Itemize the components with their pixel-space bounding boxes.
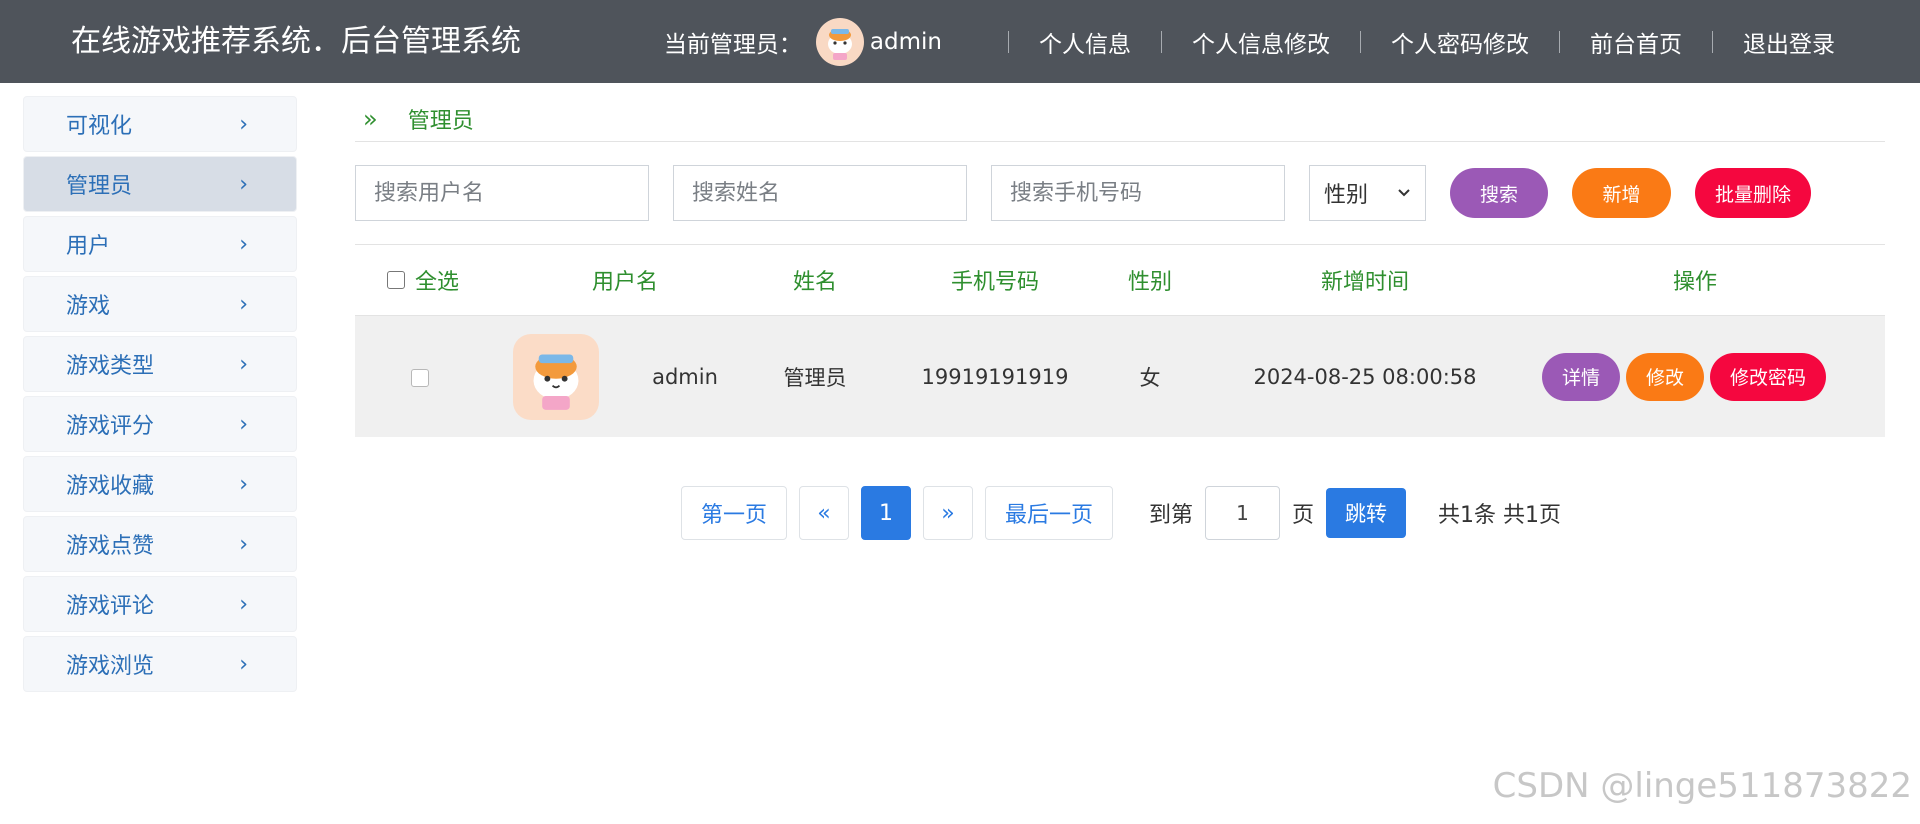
sidebar-item-game-views[interactable]: 游戏浏览 › (23, 636, 297, 692)
prev-page-button[interactable]: « (799, 486, 849, 540)
chevron-right-icon: › (239, 231, 248, 257)
avatar (513, 333, 599, 420)
logout-link[interactable]: 退出登录 (1743, 25, 1835, 59)
sidebar-item-game-comments[interactable]: 游戏评论 › (23, 576, 297, 632)
chevron-down-icon (1398, 189, 1410, 197)
divider (1008, 31, 1009, 53)
column-header-username: 用户名 (591, 270, 658, 295)
search-bar: 性别 搜索 新增 批量删除 (355, 165, 1835, 221)
chevron-right-icon: › (239, 411, 248, 437)
sidebar-item-label: 游戏点赞 (66, 534, 155, 559)
chevron-right-icon: › (239, 111, 248, 137)
sidebar-item-game-likes[interactable]: 游戏点赞 › (23, 516, 297, 572)
sidebar-item-label: 管理员 (66, 174, 133, 199)
search-phone-input[interactable] (991, 165, 1285, 221)
goto-prefix: 到第 (1149, 503, 1194, 528)
avatar[interactable] (815, 18, 864, 66)
sidebar-item-game-favorites[interactable]: 游戏收藏 › (23, 456, 297, 512)
sidebar-item-label: 用户 (66, 234, 111, 259)
watermark: CSDN @linge511873822 (1492, 766, 1912, 806)
current-username: admin (869, 29, 942, 55)
column-header-phone: 手机号码 (950, 270, 1039, 295)
divider (1559, 31, 1560, 53)
search-name-input[interactable] (673, 165, 967, 221)
pagination: 第一页 « 1 » 最后一页 到第 页 跳转 共1条 共1页 (681, 486, 1561, 540)
double-chevron-icon: » (363, 104, 378, 133)
profile-link[interactable]: 个人信息 (1039, 25, 1131, 59)
cell-name: 管理员 (783, 365, 847, 390)
select-all-label: 全选 (415, 270, 460, 295)
current-page-button[interactable]: 1 (861, 486, 911, 540)
row-avatar-cell (513, 333, 599, 420)
select-all-checkbox[interactable] (387, 271, 405, 289)
sidebar-item-visualization[interactable]: 可视化 › (23, 96, 297, 152)
column-header-created: 新增时间 (1320, 270, 1409, 295)
current-admin-label: 当前管理员： (663, 32, 802, 58)
sidebar-item-game-types[interactable]: 游戏类型 › (23, 336, 297, 392)
chevron-right-icon: › (239, 651, 248, 677)
frontend-home-link[interactable]: 前台首页 (1590, 25, 1682, 59)
change-password-button[interactable]: 修改密码 (1710, 352, 1826, 401)
breadcrumb-current: 管理员 (407, 108, 474, 134)
app-title: 在线游戏推荐系统．后台管理系统 (71, 24, 521, 59)
tiger-avatar-icon (817, 20, 862, 64)
batch-delete-button[interactable]: 批量删除 (1695, 168, 1811, 218)
sidebar-item-label: 游戏评分 (66, 414, 155, 439)
sidebar-item-label: 游戏浏览 (66, 654, 155, 679)
edit-profile-link[interactable]: 个人信息修改 (1192, 25, 1330, 59)
detail-button[interactable]: 详情 (1542, 352, 1620, 401)
next-page-button[interactable]: » (923, 486, 973, 540)
goto-suffix: 页 (1292, 503, 1315, 528)
chevron-right-icon: › (239, 291, 248, 317)
top-bar: 在线游戏推荐系统．后台管理系统 当前管理员： admin 个人信息 个人信息修改… (0, 0, 1920, 83)
chevron-right-icon: › (239, 471, 248, 497)
search-button[interactable]: 搜索 (1450, 168, 1548, 218)
gender-select-value: 性别 (1324, 183, 1369, 208)
search-username-input[interactable] (355, 165, 649, 221)
sidebar-item-games[interactable]: 游戏 › (23, 276, 297, 332)
cell-phone: 19919191919 (921, 364, 1069, 389)
change-password-link[interactable]: 个人密码修改 (1391, 25, 1529, 59)
tiger-avatar-icon (533, 354, 579, 410)
divider (1161, 31, 1162, 53)
row-checkbox[interactable] (411, 368, 429, 387)
column-header-gender: 性别 (1127, 270, 1172, 295)
admin-table: 全选 用户名 姓名 手机号码 性别 新增时间 操作 admin 管理员 1991… (355, 244, 1885, 437)
row-checkbox-cell (411, 365, 429, 389)
add-button[interactable]: 新增 (1572, 168, 1671, 218)
divider (1712, 31, 1713, 53)
select-all[interactable]: 全选 (387, 264, 459, 296)
chevron-right-icon: › (239, 531, 248, 557)
top-nav: 当前管理员： admin 个人信息 个人信息修改 个人密码修改 前台首页 退出登… (664, 18, 1835, 66)
sidebar: 可视化 › 管理员 › 用户 › 游戏 › 游戏类型 › 游戏评分 › 游戏收藏 › 游戏点赞… (23, 96, 297, 696)
column-header-actions: 操作 (1672, 270, 1717, 295)
cell-gender: 女 (1139, 365, 1161, 390)
total-count: 共1条 共1页 (1438, 503, 1562, 528)
breadcrumb: » 管理员 (355, 96, 1885, 142)
sidebar-item-admin[interactable]: 管理员 › (23, 156, 297, 212)
last-page-button[interactable]: 最后一页 (985, 486, 1113, 540)
sidebar-item-game-ratings[interactable]: 游戏评分 › (23, 396, 297, 452)
sidebar-item-label: 可视化 (66, 114, 133, 139)
gender-select[interactable]: 性别 (1309, 165, 1426, 221)
table-header: 全选 用户名 姓名 手机号码 性别 新增时间 操作 (355, 245, 1885, 315)
column-header-name: 姓名 (792, 270, 837, 295)
sidebar-item-label: 游戏评论 (66, 594, 155, 619)
sidebar-item-label: 游戏类型 (66, 354, 155, 379)
edit-button[interactable]: 修改 (1626, 352, 1704, 401)
sidebar-item-label: 游戏 (66, 294, 111, 319)
chevron-right-icon: › (239, 351, 248, 377)
cell-username: admin (652, 364, 718, 389)
sidebar-item-users[interactable]: 用户 › (23, 216, 297, 272)
cell-created: 2024-08-25 08:00:58 (1253, 364, 1477, 389)
cell-actions: 详情 修改 修改密码 (1542, 352, 1832, 401)
sidebar-item-label: 游戏收藏 (66, 474, 155, 499)
first-page-button[interactable]: 第一页 (681, 486, 787, 540)
chevron-right-icon: › (239, 591, 248, 617)
divider (1360, 31, 1361, 53)
jump-button[interactable]: 跳转 (1326, 488, 1407, 538)
table-row: admin 管理员 19919191919 女 2024-08-25 08:00… (355, 315, 1885, 437)
chevron-right-icon: › (239, 171, 248, 197)
goto-page-input[interactable] (1205, 486, 1281, 540)
